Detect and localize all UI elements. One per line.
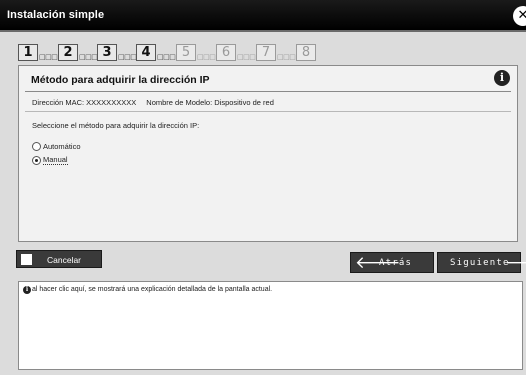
- model-name-label: Nombre de Modelo: Dispositivo de red: [146, 98, 274, 107]
- step-number: 8: [296, 44, 316, 61]
- device-info: Dirección MAC: XXXXXXXXXX Nombre de Mode…: [32, 98, 282, 107]
- arrow-right-icon: 🡒: [505, 254, 526, 272]
- step-dots: □□□: [277, 53, 296, 61]
- step-number: 5: [176, 44, 196, 61]
- back-button[interactable]: 🡐 Atrás: [350, 252, 434, 273]
- step-dots: □□□: [79, 53, 98, 61]
- step-dots: □□□: [39, 53, 58, 61]
- help-text: al hacer clic aquí, se mostrará una expl…: [32, 286, 273, 293]
- panel-title: Método para adquirir la dirección IP: [31, 74, 210, 86]
- info-icon: i: [23, 286, 31, 294]
- title-bar: Instalación simple ✕: [0, 0, 526, 32]
- next-label: Siguiente: [450, 258, 510, 268]
- ip-method-panel: Método para adquirir la dirección IP i D…: [18, 65, 518, 242]
- divider: [25, 111, 511, 112]
- step-number: 2: [58, 44, 78, 61]
- easy-setup-window: Instalación simple ✕ 1 □□□ 2 □□□ 3 □□□ 4…: [0, 0, 526, 375]
- mac-address-label: Dirección MAC: XXXXXXXXXX: [32, 98, 137, 107]
- back-label: Atrás: [379, 258, 413, 268]
- option-manual[interactable]: Manual: [32, 154, 68, 166]
- step-number: 1: [18, 44, 38, 61]
- radio-button[interactable]: [32, 141, 41, 151]
- step-number: 7: [256, 44, 276, 61]
- option-automatic[interactable]: Automático: [32, 140, 81, 152]
- step-dots: □□□: [118, 53, 137, 61]
- next-button[interactable]: Siguiente 🡒: [437, 252, 526, 273]
- step-number: 4: [136, 44, 156, 61]
- radio-button[interactable]: [32, 155, 41, 165]
- info-icon[interactable]: i: [494, 70, 510, 86]
- step-dots: □□□: [237, 53, 256, 61]
- step-dots: □□□: [197, 53, 216, 61]
- panel-header: Método para adquirir la dirección IP i: [19, 66, 517, 88]
- option-label: Manual: [43, 155, 68, 165]
- cancel-button[interactable]: Cancelar: [16, 250, 102, 268]
- help-panel[interactable]: i al hacer clic aquí, se mostrará una ex…: [18, 281, 523, 370]
- stop-icon: [21, 254, 32, 265]
- option-label: Automático: [43, 141, 81, 151]
- step-number: 6: [216, 44, 236, 61]
- close-icon[interactable]: ✕: [513, 6, 526, 26]
- cancel-label: Cancelar: [47, 255, 82, 265]
- window-title: Instalación simple: [7, 9, 105, 21]
- divider: [25, 91, 511, 92]
- method-prompt: Seleccione el método para adquirir la di…: [32, 121, 200, 130]
- step-dots: □□□: [157, 53, 176, 61]
- step-number: 3: [97, 44, 117, 61]
